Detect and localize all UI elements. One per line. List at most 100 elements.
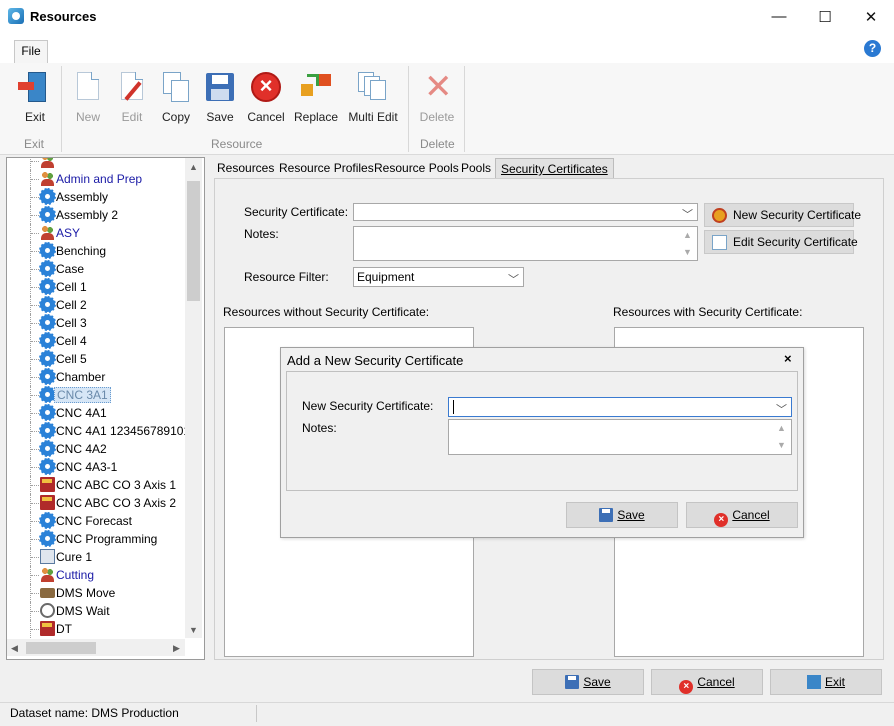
maximize-button[interactable]: ☐: [802, 0, 848, 33]
scroll-down-icon[interactable]: ▼: [189, 625, 198, 635]
edit-security-certificate-button[interactable]: Edit Security Certificate: [704, 230, 858, 254]
notes-scroll-up-icon[interactable]: ▲: [683, 230, 692, 240]
gear-icon: [39, 368, 56, 385]
dialog-cancel-label: Cancel: [732, 508, 770, 522]
edit-ribbon-button[interactable]: Edit: [110, 66, 154, 126]
save-ribbon-button[interactable]: Save: [198, 66, 242, 126]
cancel-ribbon-label: Cancel: [247, 110, 285, 124]
file-menu[interactable]: File: [14, 40, 48, 63]
tree-item[interactable]: CNC 4A1: [7, 404, 192, 422]
tree-item-label: Admin and Prep: [56, 172, 143, 186]
gear-icon: [39, 314, 56, 331]
tree-item[interactable]: Case: [7, 260, 192, 278]
replace-ribbon-label: Replace: [293, 110, 339, 124]
replace-ribbon-button[interactable]: Replace: [292, 66, 340, 126]
status-separator: [256, 705, 257, 722]
tree-connector: [31, 359, 39, 360]
tree-item[interactable]: CNC Programming: [7, 530, 192, 548]
scroll-up-icon[interactable]: ▲: [189, 162, 198, 172]
cancel-ribbon-button[interactable]: × Cancel: [242, 66, 290, 126]
dialog-close-icon[interactable]: ×: [784, 351, 792, 366]
tree-item[interactable]: DT: [7, 620, 192, 638]
tree-item-label: Cell 4: [56, 334, 87, 348]
tab-resource-pools[interactable]: Resource Pools: [369, 158, 464, 179]
dialog-notes-scroll-down-icon[interactable]: ▼: [777, 440, 786, 450]
tree-item-label: CNC 4A2: [56, 442, 107, 456]
gear-icon: [39, 530, 56, 547]
gear-icon: [39, 188, 56, 205]
people-icon: [40, 225, 55, 240]
app-icon: [8, 8, 24, 24]
help-icon[interactable]: ?: [864, 40, 881, 57]
delete-ribbon-button[interactable]: ✕ Delete: [414, 66, 460, 126]
tree-item[interactable]: DMS Wait: [7, 602, 192, 620]
copy-ribbon-button[interactable]: Copy: [154, 66, 198, 126]
tree-item[interactable]: CNC Forecast: [7, 512, 192, 530]
tree-item[interactable]: Assembly 2: [7, 206, 192, 224]
tree-item[interactable]: Cutting: [7, 566, 192, 584]
tree-item[interactable]: Cell 5: [7, 350, 192, 368]
minimize-button[interactable]: —: [756, 0, 802, 33]
edit-document-icon: [712, 235, 727, 250]
resource-filter-combo[interactable]: Equipment ﹀: [353, 267, 524, 287]
tab-resources[interactable]: Resources: [212, 158, 279, 179]
resource-tree[interactable]: Admin and Prep Assembly Assembly 2 ASY Bench…: [6, 157, 205, 660]
tree-item-label: CNC 4A1 12345678910111: [56, 424, 202, 438]
notes-scroll-down-icon[interactable]: ▼: [683, 247, 692, 257]
footer-save-button[interactable]: Save: [532, 669, 644, 695]
tree-hscroll-thumb[interactable]: [26, 642, 96, 654]
ribbon-separator: [61, 66, 62, 152]
tree-item[interactable]: CNC 4A3-1: [7, 458, 192, 476]
tree-item[interactable]: Cell 4: [7, 332, 192, 350]
scroll-left-icon[interactable]: ◀: [11, 643, 18, 654]
tree-item[interactable]: CNC 4A2: [7, 440, 192, 458]
tree-item[interactable]: CNC ABC CO 3 Axis 2: [7, 494, 192, 512]
new-certificate-combo[interactable]: ﹀: [448, 397, 792, 417]
dialog-save-button[interactable]: Save: [566, 502, 678, 528]
notes-textarea[interactable]: [353, 226, 698, 261]
tree-item[interactable]: Cure 1: [7, 548, 192, 566]
tree-item[interactable]: Benching: [7, 242, 192, 260]
dialog-notes-scroll-up-icon[interactable]: ▲: [777, 423, 786, 433]
tree-item-label: CNC ABC CO 3 Axis 2: [56, 496, 177, 510]
gear-icon: [39, 332, 56, 349]
tree-connector: [31, 179, 39, 180]
exit-ribbon-button[interactable]: Exit: [12, 66, 58, 126]
tree-item[interactable]: DMS Move: [7, 584, 192, 602]
tree-item-label: ASY: [56, 226, 81, 240]
security-certificate-combo[interactable]: ﹀: [353, 203, 698, 221]
tree-item[interactable]: Admin and Prep: [7, 170, 192, 188]
tab-pools[interactable]: Pools: [456, 158, 496, 179]
ribbon-group-delete: Delete: [420, 137, 455, 151]
tree-scroll-thumb[interactable]: [187, 181, 200, 301]
delete-ribbon-label: Delete: [419, 110, 455, 124]
footer-cancel-button[interactable]: × Cancel: [651, 669, 763, 695]
tab-security-certificates[interactable]: Security Certificates: [495, 158, 614, 179]
tree-item[interactable]: ASY: [7, 224, 192, 242]
footer-exit-button[interactable]: Exit: [770, 669, 882, 695]
multi-edit-ribbon-button[interactable]: Multi Edit: [344, 66, 402, 126]
save-floppy-icon: [203, 70, 237, 104]
tree-item[interactable]: Cell 3: [7, 314, 192, 332]
calc-icon: [40, 549, 55, 564]
close-button[interactable]: ✕: [848, 0, 894, 33]
edit-security-certificate-label: Edit Security Certificate: [733, 235, 858, 249]
new-ribbon-label: New: [75, 110, 100, 124]
scroll-right-icon[interactable]: ▶: [173, 643, 180, 654]
new-ribbon-button[interactable]: New: [66, 66, 110, 126]
tree-item[interactable]: CNC 4A1 12345678910111: [7, 422, 202, 440]
tree-item[interactable]: Cell 1: [7, 278, 192, 296]
tree-connector: [31, 377, 39, 378]
tree-item[interactable]: CNC ABC CO 3 Axis 1: [7, 476, 192, 494]
tree-item[interactable]: Chamber: [7, 368, 192, 386]
tree-item[interactable]: CNC 3A1: [7, 386, 192, 404]
dialog-notes-textarea[interactable]: [448, 419, 792, 455]
tree-item[interactable]: Cell 2: [7, 296, 192, 314]
tab-resource-profiles[interactable]: Resource Profiles: [274, 158, 379, 179]
window-title: Resources: [30, 9, 97, 24]
new-security-certificate-button[interactable]: New Security Certificate: [704, 203, 861, 227]
dialog-cancel-button[interactable]: × Cancel: [686, 502, 798, 528]
delete-x-icon: ✕: [424, 68, 453, 106]
tree-item[interactable]: [7, 158, 192, 170]
tree-item[interactable]: Assembly: [7, 188, 192, 206]
